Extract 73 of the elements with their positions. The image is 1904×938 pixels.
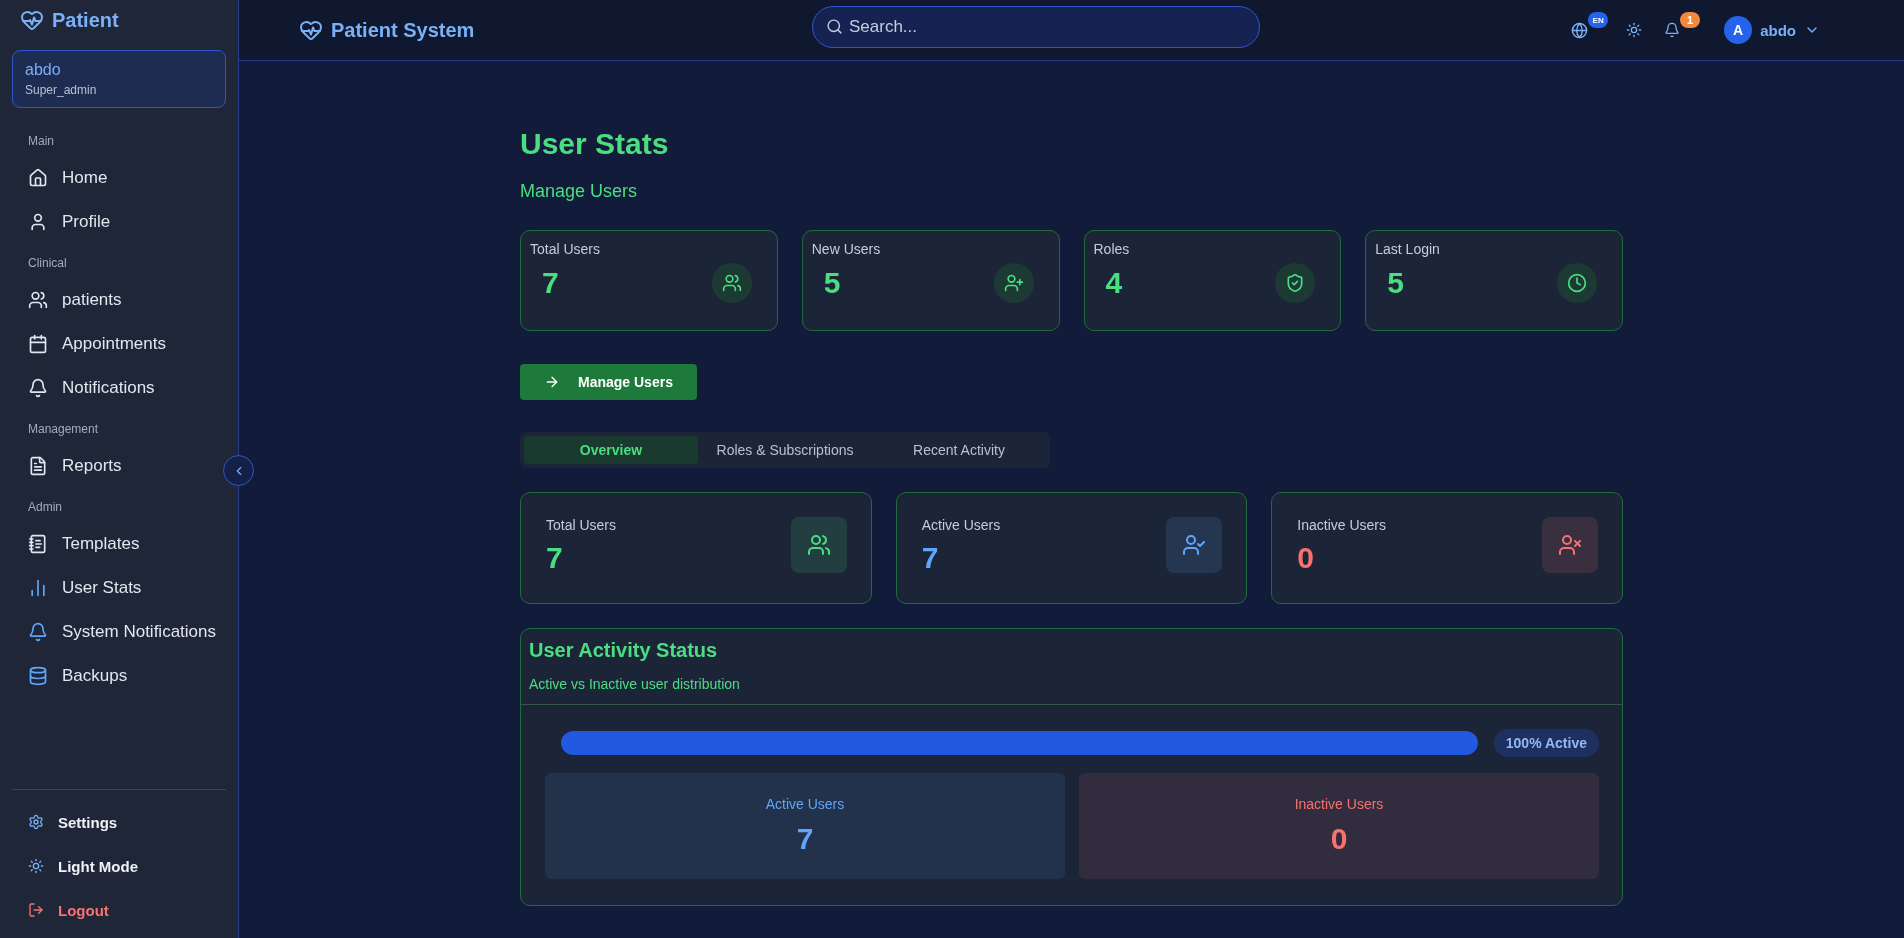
progress-reading: 100% Active	[1493, 729, 1599, 757]
exit-icon	[28, 902, 44, 918]
sidebar-item[interactable]: Templates	[12, 522, 226, 566]
sidebar-item[interactable]: User Stats	[12, 566, 226, 610]
summary-value: 7	[546, 541, 564, 575]
theme-button[interactable]	[1626, 22, 1643, 38]
sun-icon	[1626, 22, 1643, 38]
tab[interactable]: Recent Activity	[872, 436, 1046, 464]
count-value: 0	[1330, 822, 1348, 856]
globe-button[interactable]	[1571, 21, 1589, 39]
add-user-icon	[993, 263, 1034, 303]
people-icon	[790, 517, 847, 573]
stat-value: 5	[823, 266, 841, 300]
sidebar-item[interactable]: Settings	[12, 800, 226, 844]
user-menu-button[interactable]: A abdo	[1718, 15, 1826, 45]
heart-pulse-icon	[20, 8, 44, 32]
user-role: Super_admin	[25, 83, 98, 97]
count-label: Inactive Users	[1294, 796, 1384, 812]
page-subtitle: Manage Users	[520, 181, 639, 202]
panel-title: User Activity Status	[529, 639, 719, 662]
stat-value: 7	[542, 266, 559, 300]
summary-value: 0	[1297, 541, 1315, 575]
summary-value: 7	[921, 541, 940, 575]
stat-label: New Users	[811, 241, 882, 257]
brand-name: Patient	[52, 8, 119, 32]
language-badge: EN	[1588, 12, 1609, 28]
section-title: Management	[27, 421, 100, 438]
stat-value: 5	[1387, 266, 1404, 300]
sidebar-item[interactable]: Reports	[12, 444, 226, 488]
sidebar-item[interactable]: Home	[12, 156, 226, 200]
user-x-icon	[1542, 517, 1598, 573]
stat-label: Roles	[1093, 241, 1131, 257]
page-title: User Stats	[520, 127, 670, 161]
section-title: Admin	[27, 499, 63, 516]
sidebar-item[interactable]: Logout	[12, 888, 226, 932]
clock-icon	[1557, 263, 1597, 303]
stat-label: Last Login	[1375, 241, 1441, 257]
sidebar-item[interactable]: Profile	[12, 200, 226, 244]
summary-label: Inactive Users	[1297, 517, 1387, 533]
count-value: 7	[796, 822, 814, 856]
panel-subtitle: Active vs Inactive user distribution	[529, 676, 741, 692]
sidebar-item[interactable]: Appointments	[12, 322, 226, 366]
search-icon	[826, 18, 843, 35]
search-field[interactable]: Search...	[812, 6, 1260, 48]
collapse-button[interactable]	[223, 455, 254, 486]
gear-icon	[28, 814, 44, 830]
user-check-icon	[1166, 517, 1223, 573]
sidebar-item[interactable]: Backups	[12, 654, 226, 698]
section-title: Main	[27, 133, 55, 150]
sidebar-item[interactable]: Light Mode	[12, 844, 226, 888]
sidebar-item[interactable]: Notifications	[12, 366, 226, 410]
manage-users-button[interactable]: Manage Users	[520, 364, 697, 400]
shield-check-icon	[1275, 263, 1316, 303]
heart-pulse-icon	[299, 18, 323, 42]
stat-label: Total Users	[530, 241, 602, 257]
tab[interactable]: Roles & Subscriptions	[698, 436, 872, 464]
sidebar-item[interactable]: System Notifications	[12, 610, 226, 654]
notification-badge: 1	[1680, 12, 1701, 28]
sidebar-item[interactable]: patients	[12, 278, 226, 322]
globe-icon	[1571, 21, 1589, 39]
app-title: Patient System	[331, 18, 475, 42]
section-title: Clinical	[27, 255, 68, 272]
summary-label: Active Users	[921, 517, 1001, 533]
bell-icon	[1664, 22, 1681, 38]
sun-icon	[28, 858, 44, 874]
count-label: Active Users	[765, 796, 845, 812]
stat-value: 4	[1105, 266, 1123, 300]
avatar: A	[1724, 16, 1753, 44]
user-name: abdo	[25, 61, 62, 79]
summary-label: Total Users	[546, 517, 617, 533]
notifications-button[interactable]	[1664, 22, 1681, 38]
people-icon	[711, 263, 752, 303]
tab[interactable]: Overview	[524, 436, 698, 464]
